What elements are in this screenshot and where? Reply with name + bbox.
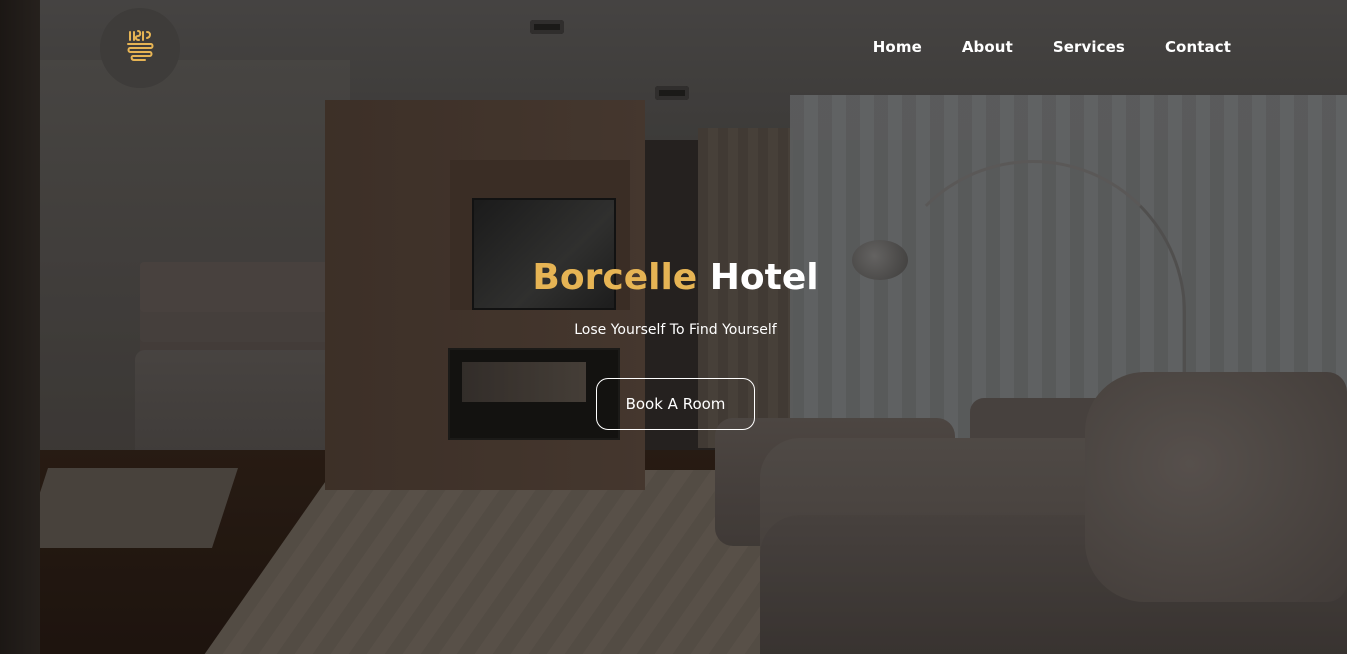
swirl-monogram-icon	[125, 28, 155, 68]
nav-about-link[interactable]: About	[962, 38, 1013, 56]
logo-link[interactable]	[100, 8, 180, 88]
hero-section: Home About Services Contact Borcelle Hot…	[0, 0, 1347, 654]
nav-home-link[interactable]: Home	[873, 38, 922, 56]
hero-title-main: Hotel	[709, 257, 819, 298]
nav-contact-link[interactable]: Contact	[1165, 38, 1231, 56]
hero-title-accent: Borcelle	[532, 257, 698, 298]
main-nav: Home About Services Contact	[873, 38, 1231, 56]
nav-services-link[interactable]: Services	[1053, 38, 1125, 56]
hero-title: Borcelle Hotel	[0, 254, 1347, 302]
book-room-button[interactable]: Book A Room	[595, 378, 756, 430]
hero-tagline: Lose Yourself To Find Yourself	[574, 322, 777, 338]
hero-content: Borcelle Hotel Lose Yourself To Find You…	[0, 254, 1347, 430]
